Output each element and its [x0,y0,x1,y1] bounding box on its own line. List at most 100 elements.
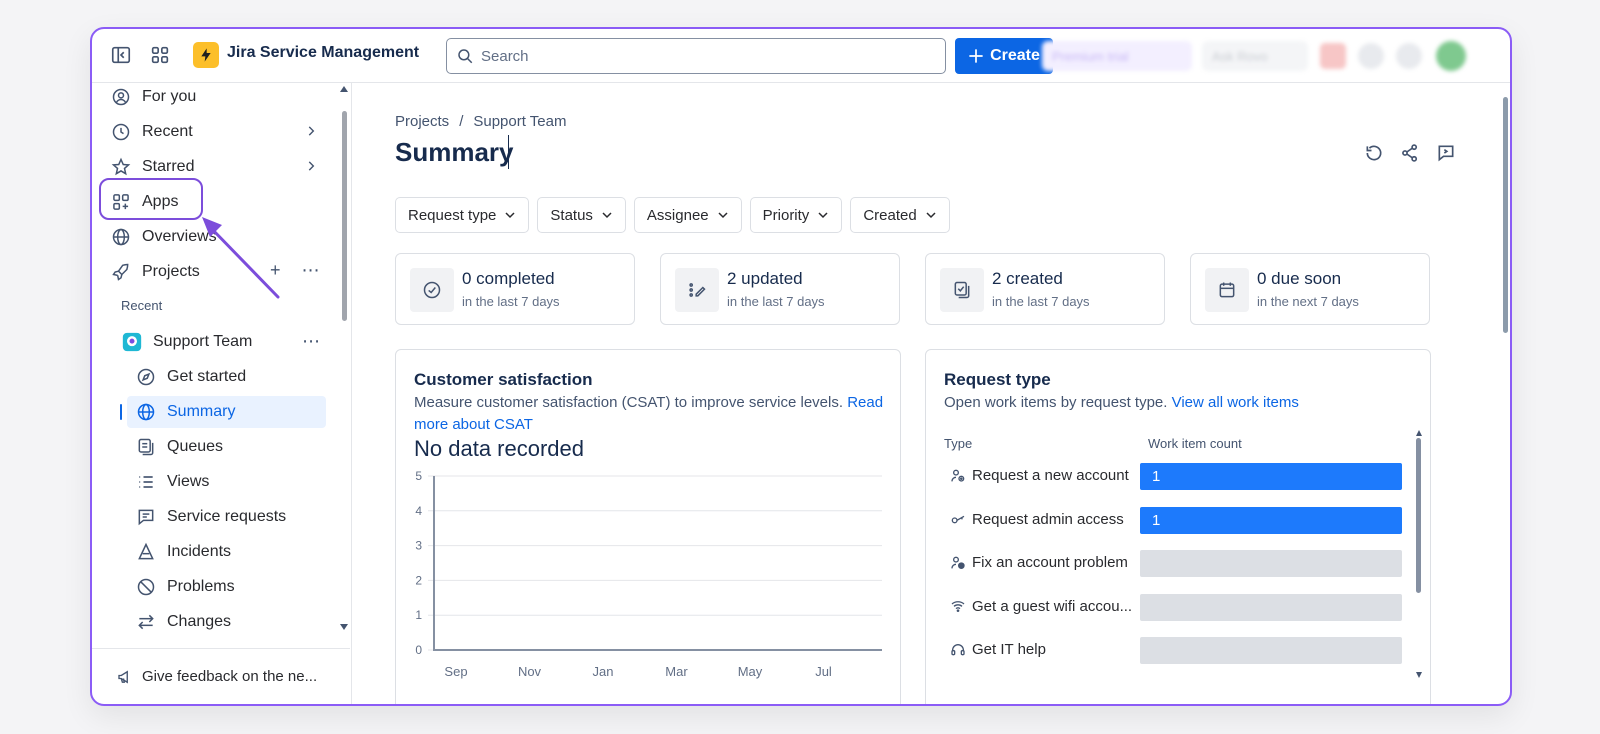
give-feedback-link[interactable]: Give feedback on the ne... [92,648,350,704]
sidebar-item-overviews[interactable]: Overviews [102,221,330,253]
request-type-scrollbar[interactable] [1416,438,1421,593]
sidebar-item-incidents[interactable]: Incidents [127,536,326,568]
sidebar-toggle-icon[interactable] [110,44,132,66]
person-icon [110,86,132,108]
compass-icon [135,366,157,388]
sidebar-item-views[interactable]: Views [127,466,326,498]
x-tick-label: May [738,664,763,679]
work-item-count-value: 1 [1152,468,1161,485]
app-title[interactable]: Jira Service Management [227,44,419,62]
sidebar-item-for-you[interactable]: For you [102,81,330,113]
main-content: Projects / Support Team Summary Request ty… [353,83,1510,704]
request-type-name: Get IT help [972,641,1046,658]
work-item-count-bar[interactable]: 1 [1140,506,1402,534]
check-circle-icon [410,268,454,312]
sidebar-project-support-team[interactable]: Support Team ⋯ [112,326,330,358]
warning-icon [135,541,157,563]
edit-list-icon [675,268,719,312]
header-actions [1364,143,1456,163]
request-type-row[interactable]: Request admin access 1 [944,506,1404,535]
jira-logo-icon[interactable] [193,42,219,68]
request-type-row[interactable]: Request a new account 1 [944,463,1404,491]
stat-value: 0 completed [462,269,555,288]
app-switcher-icon[interactable] [149,44,171,66]
search-input[interactable]: Search [446,38,946,74]
sidebar-item-service-requests[interactable]: Service requests [127,501,326,533]
x-tick-label: Nov [518,664,542,679]
csat-panel: Customer satisfaction Measure customer s… [395,349,901,704]
projects-actions: + ⋯ [270,260,320,281]
x-tick-label: Mar [665,664,688,679]
sidebar-item-queues[interactable]: Queues [127,431,326,463]
plus-icon [969,49,983,63]
main-scrollbar[interactable] [1503,97,1508,333]
sidebar-item-recent[interactable]: Recent [102,116,330,148]
work-item-count-bar[interactable] [1140,593,1402,621]
request-type-description: Open work items by request type. View al… [944,392,1299,414]
csat-description: Measure customer satisfaction (CSAT) to … [414,392,889,436]
y-tick-label: 0 [415,643,422,657]
account-icon [951,469,965,482]
y-tick-label: 4 [415,504,422,518]
feedback-icon[interactable] [1436,143,1456,163]
column-header-type: Type [944,436,973,451]
share-icon[interactable] [1400,143,1420,163]
sidebar-item-problems[interactable]: Problems [127,571,326,603]
request-type-row[interactable]: Get a guest wifi accou... [944,593,1404,622]
scroll-up-arrow-icon[interactable] [1416,430,1422,436]
wifi-icon [951,601,965,612]
filter-label: Priority [762,206,810,224]
request-type-row[interactable]: Get IT help [944,637,1404,665]
filter-priority[interactable]: Priority [749,197,843,233]
filter-label: Created [863,206,917,224]
sidebar-item-label: Overviews [142,228,217,245]
scroll-down-arrow-icon[interactable] [1416,672,1422,678]
app-window: Jira Service Management Search Create Pr… [90,27,1512,706]
sidebar: For you Recent Starred Apps Overviews Pr… [92,83,352,704]
sidebar-item-label: Starred [142,158,195,175]
chevron-right-icon[interactable] [304,124,318,138]
request-type-title: Request type [944,370,1051,389]
ban-icon [135,576,157,598]
chevron-down-icon [602,212,612,219]
chevron-down-icon [718,212,728,219]
settings-icon[interactable] [1396,43,1422,69]
sidebar-scrollbar[interactable] [342,111,347,321]
request-type-row[interactable]: Fix an account problem [944,550,1404,578]
filter-created[interactable]: Created [850,197,950,233]
page-title: Summary [395,137,514,167]
filter-assignee[interactable]: Assignee [633,197,742,233]
filter-request-type[interactable]: Request type [395,197,530,233]
filter-status[interactable]: Status [537,197,626,233]
refresh-icon[interactable] [1364,143,1384,163]
comment-icon [135,506,157,528]
chevron-right-icon[interactable] [304,159,318,173]
text-cursor [508,135,509,169]
search-icon [458,49,473,64]
sidebar-item-summary[interactable]: Summary [120,396,326,428]
work-item-count-bar[interactable] [1140,637,1402,664]
avatar[interactable] [1436,41,1466,71]
x-tick-label: Jul [815,664,832,679]
headset-icon [951,643,965,655]
work-item-count-bar[interactable] [1140,550,1402,577]
sidebar-item-get-started[interactable]: Get started [127,361,326,393]
scroll-down-arrow-icon[interactable] [339,623,349,631]
ask-rovo-button[interactable]: Ask Rovo [1202,41,1308,71]
scroll-up-arrow-icon[interactable] [339,85,349,93]
sidebar-item-changes[interactable]: Changes [127,606,326,638]
breadcrumb-support-team[interactable]: Support Team [473,113,566,130]
premium-trial-button[interactable]: Premium trial [1042,41,1192,71]
notifications-icon[interactable] [1320,43,1346,69]
more-projects-icon[interactable]: ⋯ [302,260,320,280]
megaphone-icon [118,670,128,683]
view-all-work-items-link[interactable]: View all work items [1172,394,1299,411]
add-project-icon[interactable]: + [270,260,281,280]
work-item-count-bar[interactable]: 1 [1140,463,1402,490]
chart-axes [433,476,882,651]
create-button[interactable]: Create [955,38,1053,74]
project-more-icon[interactable]: ⋯ [302,331,320,352]
help-icon[interactable] [1358,43,1384,69]
csat-chart: 0 1 2 3 4 5 Sep Nov Jan Mar May Jul [415,469,882,679]
breadcrumb-projects[interactable]: Projects [395,113,449,130]
